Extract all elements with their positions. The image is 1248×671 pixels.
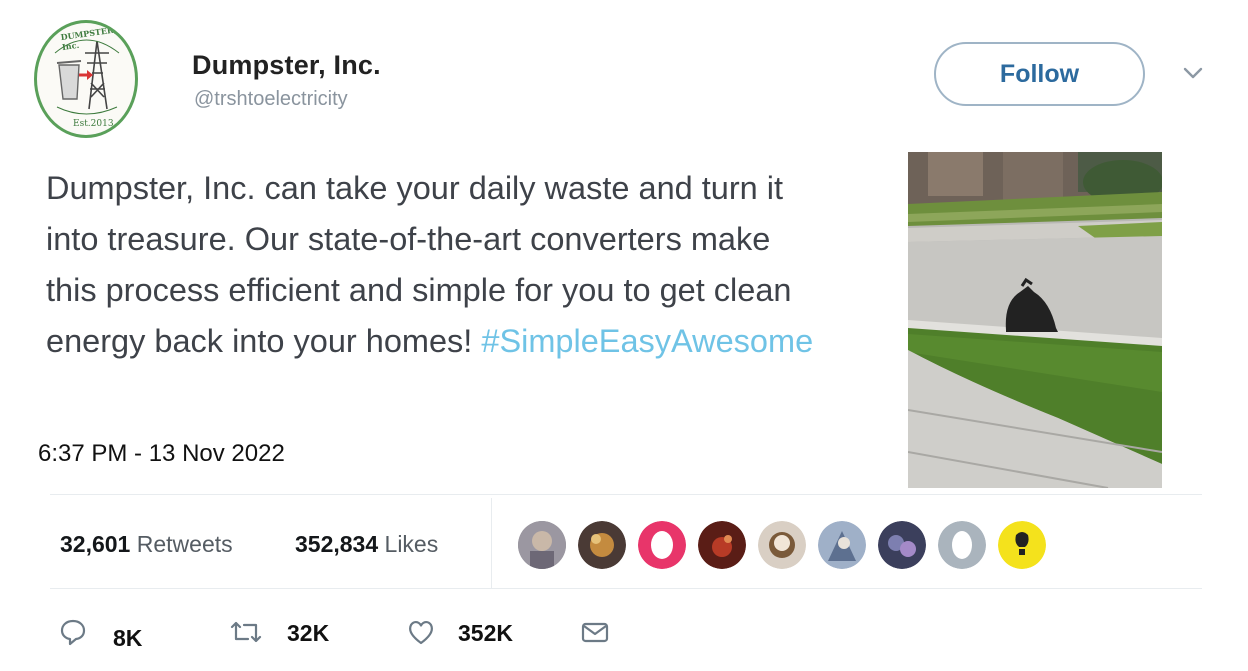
heart-icon[interactable]: [406, 617, 436, 647]
hashtag-link[interactable]: #SimpleEasyAwesome: [481, 323, 813, 359]
liker-avatar[interactable]: [818, 521, 866, 569]
liker-avatar[interactable]: [878, 521, 926, 569]
retweets-stat[interactable]: 32,601 Retweets: [60, 531, 233, 558]
divider-bottom: [50, 588, 1202, 589]
avatar-logo-subtext: Est.2013: [73, 119, 114, 129]
follow-button[interactable]: Follow: [934, 42, 1145, 106]
retweet-count: 32K: [287, 620, 330, 646]
likes-count: 352,834: [295, 531, 379, 557]
likes-label: Likes: [384, 531, 439, 557]
divider-top: [50, 494, 1202, 495]
liker-avatar[interactable]: [638, 521, 686, 569]
tweet-photo[interactable]: [908, 152, 1162, 488]
liker-avatar[interactable]: [998, 521, 1046, 569]
likes-stat[interactable]: 352,834 Likes: [295, 531, 438, 558]
reply-icon[interactable]: [58, 617, 88, 647]
reply-count: 8K: [113, 625, 143, 651]
like-count: 352K: [458, 620, 513, 646]
chevron-down-icon[interactable]: [1180, 60, 1206, 86]
tweet-timestamp[interactable]: 6:37 PM - 13 Nov 2022: [38, 440, 285, 468]
liker-avatar[interactable]: [518, 521, 566, 569]
retweets-label: Retweets: [136, 531, 233, 557]
stats-divider: [491, 498, 492, 588]
retweet-icon[interactable]: [228, 617, 264, 647]
author-display-name[interactable]: Dumpster, Inc.: [192, 50, 381, 81]
tweet-text: Dumpster, Inc. can take your daily waste…: [46, 163, 826, 367]
liker-avatar[interactable]: [758, 521, 806, 569]
liker-avatar[interactable]: [578, 521, 626, 569]
liker-avatar[interactable]: [698, 521, 746, 569]
author-avatar[interactable]: DUMPSTER, Inc. Est.2013: [34, 20, 138, 138]
envelope-icon[interactable]: [580, 617, 610, 647]
retweets-count: 32,601: [60, 531, 131, 557]
author-handle[interactable]: @trshtoelectricity: [194, 88, 348, 111]
liker-avatar[interactable]: [938, 521, 986, 569]
